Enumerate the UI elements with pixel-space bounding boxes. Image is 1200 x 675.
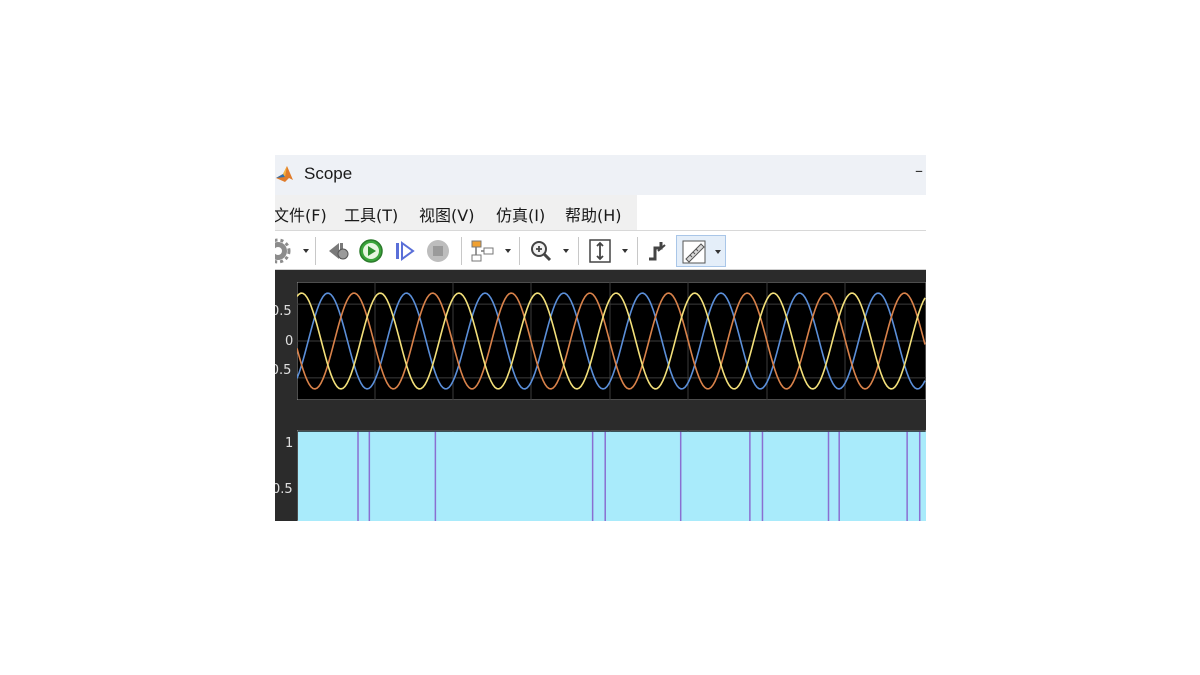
title-bar: Scope – <box>275 155 926 195</box>
menu-file[interactable]: 文件(F) <box>275 202 327 226</box>
top-ytick-label: -0.5 <box>275 363 292 378</box>
matlab-app-icon <box>275 163 297 185</box>
settings-dropdown-icon[interactable] <box>301 243 311 257</box>
bottom-ytick-label: 1 <box>285 436 294 451</box>
pulse-fill-area <box>298 431 926 521</box>
menu-simulation[interactable]: 仿真(I) <box>496 202 545 226</box>
measurements-dropdown-icon[interactable] <box>713 244 723 258</box>
measurements-button[interactable] <box>676 235 726 267</box>
top-axes <box>297 282 926 400</box>
scale-dropdown-icon[interactable] <box>620 243 630 257</box>
menu-help[interactable]: 帮助(H) <box>565 202 622 226</box>
stop-icon[interactable] <box>425 238 451 264</box>
scale-axes-icon[interactable] <box>587 238 613 264</box>
toolbar-separator <box>461 237 462 265</box>
zoom-in-icon[interactable] <box>528 238 554 264</box>
toolbar <box>275 230 926 270</box>
top-ytick-label: 0.5 <box>275 304 292 319</box>
toolbar-separator <box>315 237 316 265</box>
menu-bar: 文件(F) 工具(T) 视图(V) 仿真(I) 帮助(H) <box>275 195 637 230</box>
zoom-dropdown-icon[interactable] <box>561 243 571 257</box>
step-back-icon[interactable] <box>325 238 351 264</box>
window-title: Scope <box>304 164 353 183</box>
toolbar-separator <box>637 237 638 265</box>
toolbar-separator <box>519 237 520 265</box>
menu-tools[interactable]: 工具(T) <box>344 202 398 226</box>
signal-dropdown-icon[interactable] <box>503 243 513 257</box>
menu-view[interactable]: 视图(V) <box>419 202 474 226</box>
minimize-button[interactable]: – <box>915 161 923 180</box>
measurements-icon <box>682 240 706 264</box>
toolbar-separator <box>578 237 579 265</box>
top-ytick-label: 0 <box>285 334 294 349</box>
settings-gear-icon[interactable] <box>275 238 291 264</box>
bottom-axes <box>297 430 926 521</box>
scope-window: Scope – 文件(F) 工具(T) 视图(V) 仿真(I) 帮助(H) 0.… <box>275 155 926 521</box>
signal-highlight-icon[interactable] <box>470 238 496 264</box>
run-icon[interactable] <box>358 238 384 264</box>
plot-area: 0.5 0 -0.5 1 0.5 <box>275 270 926 521</box>
triggers-icon[interactable] <box>645 238 671 264</box>
bottom-ytick-label: 0.5 <box>275 482 293 497</box>
step-forward-icon[interactable] <box>392 238 418 264</box>
